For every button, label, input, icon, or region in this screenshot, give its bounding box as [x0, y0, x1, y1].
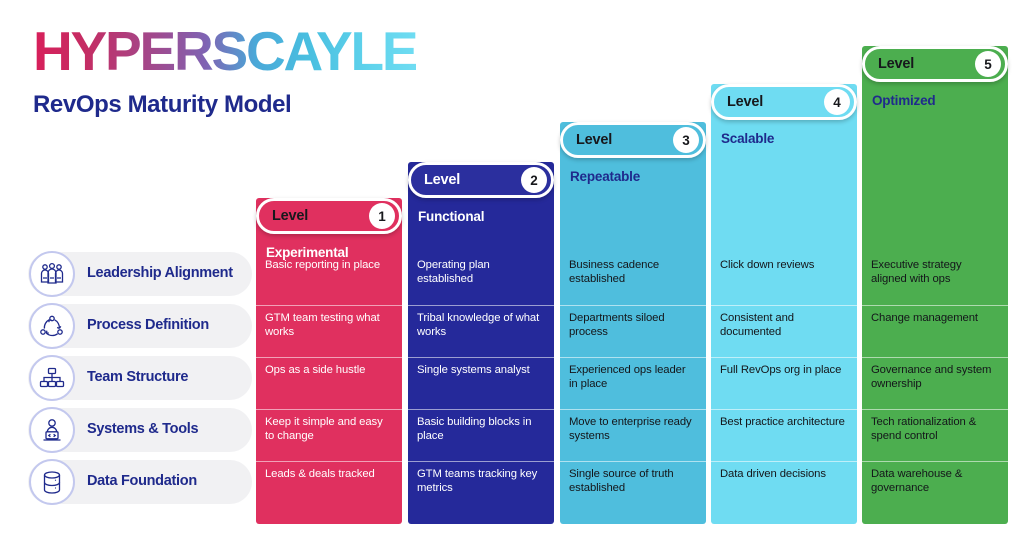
level-pill-number: 5: [975, 51, 1001, 77]
cell-l2-r2: Tribal knowledge of what works: [408, 305, 554, 351]
process-cycle-icon: [29, 303, 75, 349]
level-pill-number: 1: [369, 203, 395, 229]
cell-l3-r4: Move to enterprise ready systems: [560, 409, 706, 455]
people-group-icon: [29, 251, 75, 297]
level-pill-label: Level: [576, 132, 613, 148]
level-pill-3[interactable]: Level 3: [560, 122, 706, 158]
level-pill-5[interactable]: Level 5: [862, 46, 1008, 82]
row-label-systems-tools: Systems & Tools: [28, 407, 252, 453]
cell-l1-r1: Basic reporting in place: [265, 259, 381, 271]
cell-l3-r3: Experienced ops leader in place: [560, 357, 706, 403]
row-label-leadership-alignment: Leadership Alignment: [28, 251, 252, 297]
cell-l3-r5: Single source of truth established: [560, 461, 706, 507]
database-icon: [29, 459, 75, 505]
level-pill-2[interactable]: Level 2: [408, 162, 554, 198]
level-pill-number: 2: [521, 167, 547, 193]
org-chart-icon: [29, 355, 75, 401]
level-pill-label: Level: [272, 208, 309, 224]
level-pill-number: 4: [824, 89, 850, 115]
cell-l4-r5: Data driven decisions: [711, 461, 857, 507]
row-label-text: Leadership Alignment: [87, 265, 233, 282]
cell-l2-r5: GTM teams tracking key metrics: [408, 461, 554, 507]
cell-l5-r4: Tech rationalization & spend control: [862, 409, 1008, 455]
level-pill-number: 3: [673, 127, 699, 153]
row-label-text: Process Definition: [87, 317, 209, 334]
row-label-text: Team Structure: [87, 369, 189, 386]
cell-l1-r5: Leads & deals tracked: [256, 461, 402, 507]
maturity-column-level-4[interactable]: Scalable Level 4 Click down reviews Consiste…: [711, 0, 857, 542]
cell-l4-r1: Click down reviews: [720, 259, 815, 271]
level-pill-label: Level: [727, 94, 764, 110]
cell-l1-r4: Keep it simple and easy to change: [256, 409, 402, 455]
cell-l1-r3: Ops as a side hustle: [256, 357, 402, 403]
cell-l5-r5: Data warehouse & governance: [862, 461, 1008, 507]
level-pill-1[interactable]: Level 1: [256, 198, 402, 234]
cell-l4-r2: Consistent and documented: [711, 305, 857, 351]
maturity-column-level-3[interactable]: Repeatable Level 3 Business cadence establi…: [560, 0, 706, 542]
cell-l4-r4: Best practice architecture: [711, 409, 857, 455]
level-pill-4[interactable]: Level 4: [711, 84, 857, 120]
row-label-text: Data Foundation: [87, 473, 197, 490]
row-label-process-definition: Process Definition: [28, 303, 252, 349]
level-pill-label: Level: [878, 56, 915, 72]
cell-l2-r1: Operating plan established: [417, 259, 490, 285]
column-tier-label: Repeatable: [570, 169, 641, 184]
cell-l5-r1: Executive strategy aligned with ops: [871, 259, 962, 285]
cell-l3-r1: Business cadence established: [569, 259, 660, 285]
row-label-text: Systems & Tools: [87, 421, 199, 438]
maturity-column-level-2[interactable]: Functional Level 2 Operating plan establish…: [408, 0, 554, 542]
row-label-data-foundation: Data Foundation: [28, 459, 252, 505]
column-body: [711, 84, 857, 524]
cell-l3-r2: Departments siloed process: [560, 305, 706, 351]
maturity-column-level-5[interactable]: Optimized Level 5 Executive strategy aligne…: [862, 0, 1008, 542]
cell-l4-r3: Full RevOps org in place: [711, 357, 857, 403]
person-laptop-icon: [29, 407, 75, 453]
maturity-model-chart: Leadership Alignment Process Definition Te…: [0, 0, 1024, 542]
row-label-team-structure: Team Structure: [28, 355, 252, 401]
cell-l5-r3: Governance and system ownership: [862, 357, 1008, 403]
column-tier-label: Optimized: [872, 93, 936, 108]
level-pill-label: Level: [424, 172, 461, 188]
column-tier-label: Functional: [418, 209, 485, 224]
cell-l2-r3: Single systems analyst: [408, 357, 554, 403]
maturity-column-level-1[interactable]: Experimental Level 1 Basic reporting in pla…: [256, 0, 402, 542]
cell-l5-r2: Change management: [862, 305, 1008, 351]
cell-l1-r2: GTM team testing what works: [256, 305, 402, 351]
cell-l2-r4: Basic building blocks in place: [408, 409, 554, 455]
column-tier-label: Scalable: [721, 131, 775, 146]
